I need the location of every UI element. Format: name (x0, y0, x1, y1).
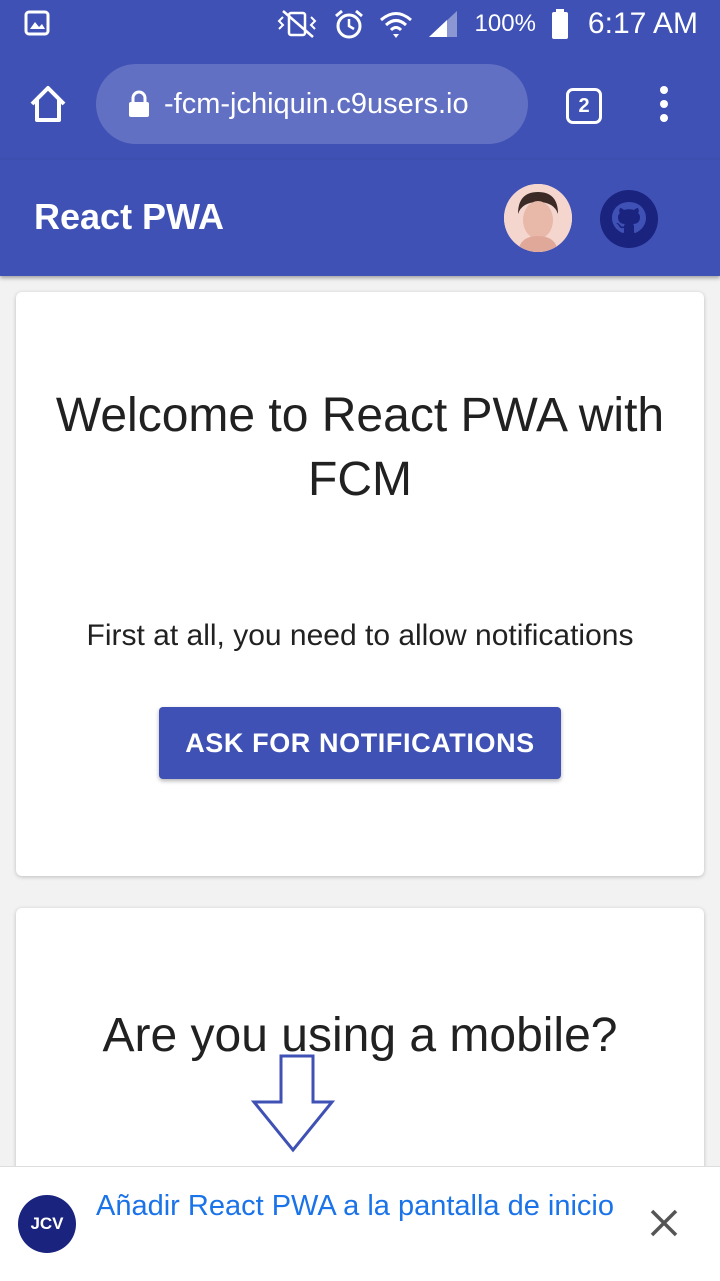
add-to-homescreen-text[interactable]: Añadir React PWA a la pantalla de inicio (96, 1187, 616, 1225)
welcome-title: Welcome to React PWA with FCM (55, 389, 665, 506)
wifi-icon (379, 12, 412, 38)
welcome-card: Welcome to React PWA with FCM First at a… (16, 292, 704, 876)
welcome-text: First at all, you need to allow notifica… (86, 619, 634, 652)
mobile-title: Are you using a mobile? (102, 1009, 618, 1062)
add-to-homescreen-banner[interactable]: JCV Añadir React PWA a la pantalla de in… (0, 1166, 720, 1281)
github-icon[interactable] (600, 190, 658, 248)
status-bar: 100% 6:17 AM (0, 0, 720, 48)
url-text: -fcm-jchiquin.c9users.io (164, 87, 469, 120)
alarm-icon (334, 9, 363, 39)
browser-toolbar: -fcm-jchiquin.c9users.io 2 (0, 48, 720, 160)
home-icon[interactable] (26, 82, 70, 126)
overflow-menu-icon[interactable] (652, 84, 676, 124)
clock-time: 6:17 AM (587, 7, 698, 40)
app-title: React PWA (34, 196, 225, 237)
app-icon: JCV (18, 1195, 76, 1253)
avatar-image (504, 184, 572, 252)
avatar[interactable] (504, 184, 572, 252)
tab-switcher-button[interactable]: 2 (566, 88, 602, 124)
vibrate-off-icon (277, 10, 316, 38)
close-icon[interactable] (648, 1207, 680, 1239)
battery-icon (551, 9, 568, 39)
down-arrow-annotation (250, 1054, 336, 1153)
gallery-icon (24, 10, 50, 36)
app-header: React PWA (0, 160, 720, 276)
ask-notifications-button[interactable]: ASK FOR NOTIFICATIONS (159, 707, 561, 779)
lock-icon (129, 90, 149, 117)
battery-percentage: 100% (474, 10, 536, 37)
mobile-card: Are you using a mobile? (16, 908, 704, 1208)
signal-icon (428, 11, 457, 37)
address-bar[interactable]: -fcm-jchiquin.c9users.io (96, 64, 528, 144)
